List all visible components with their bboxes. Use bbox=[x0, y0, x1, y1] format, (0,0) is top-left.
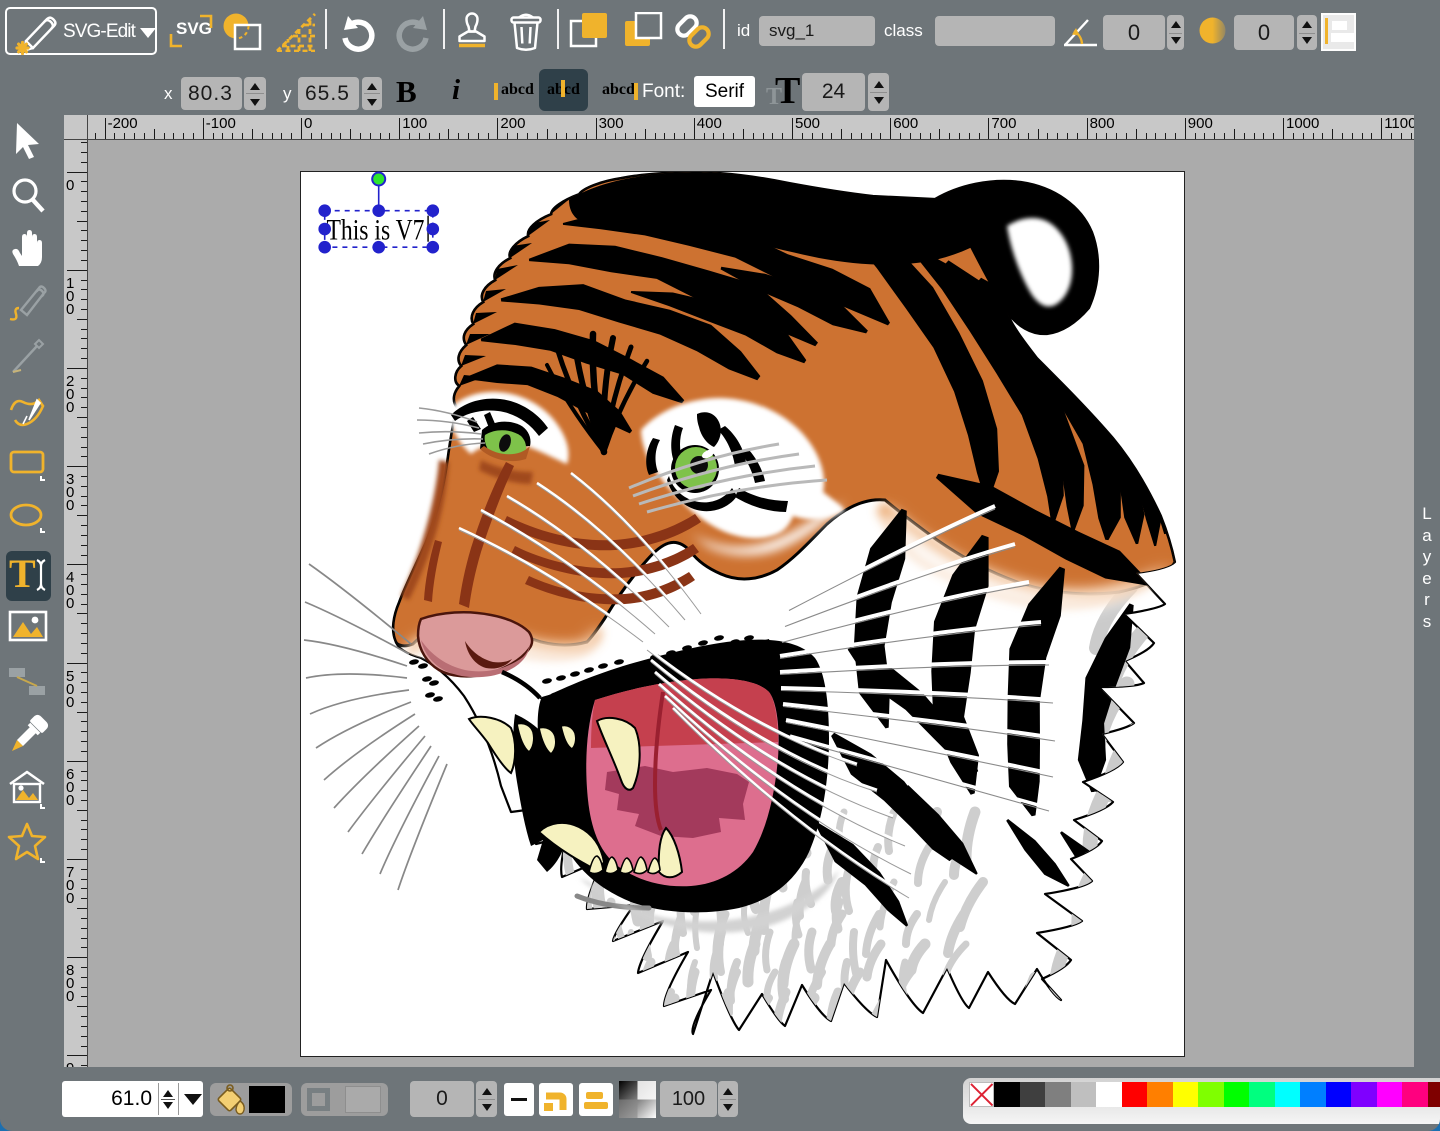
svg-text:This is V7: This is V7 bbox=[327, 215, 425, 247]
